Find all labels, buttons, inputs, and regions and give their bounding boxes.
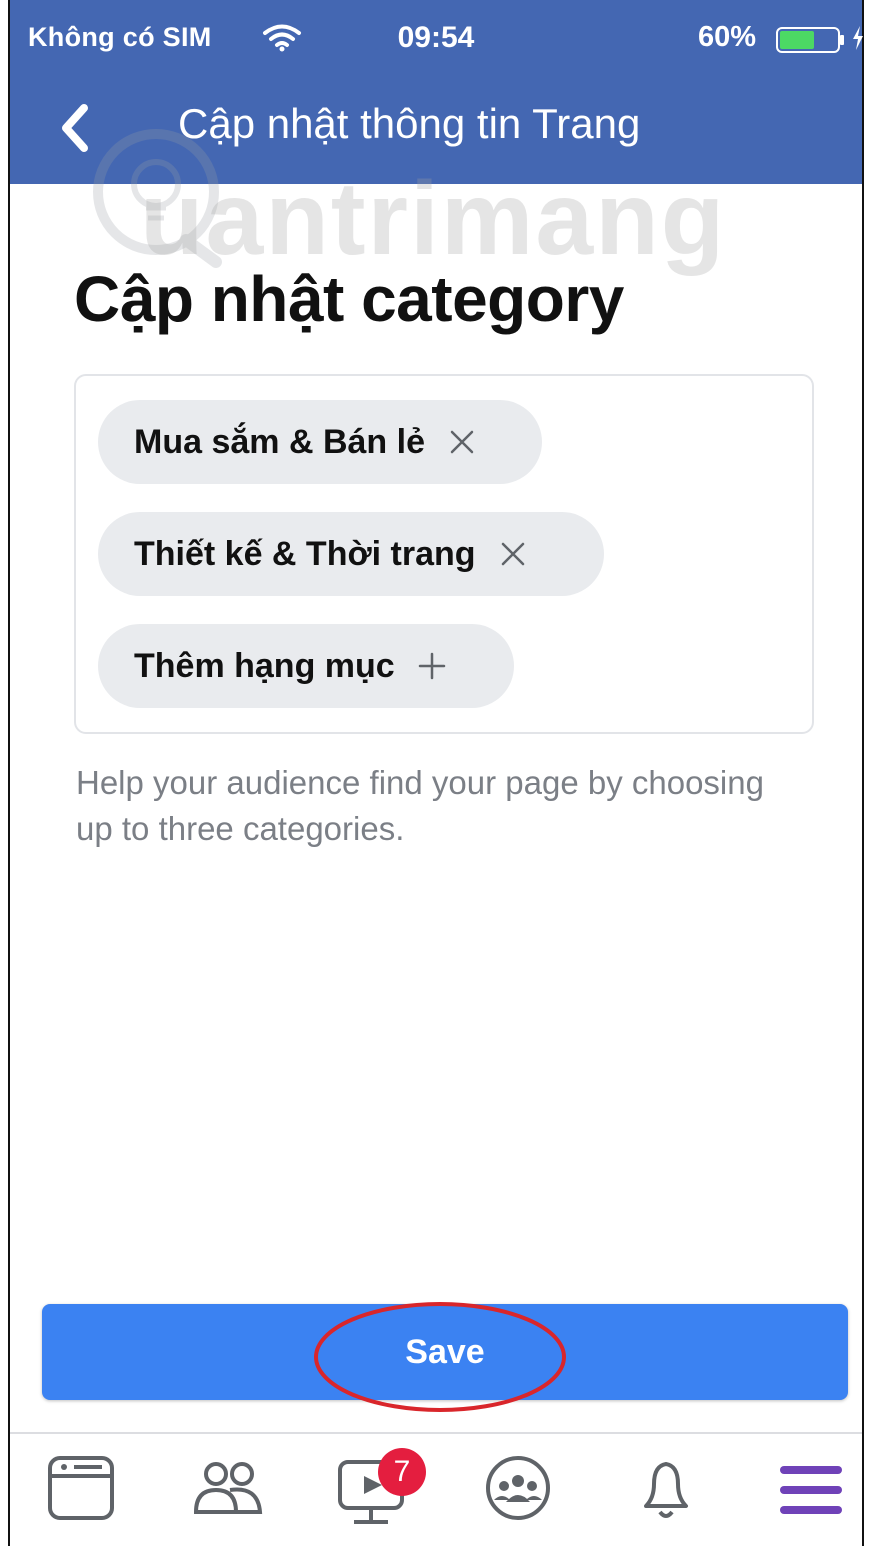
menu-icon[interactable] bbox=[770, 1448, 860, 1538]
battery-icon bbox=[776, 27, 844, 53]
category-chip[interactable]: Thiết kế & Thời trang bbox=[98, 512, 604, 596]
save-button[interactable]: Save bbox=[42, 1304, 848, 1400]
chip-label: Thiết kế & Thời trang bbox=[134, 534, 476, 573]
close-icon[interactable] bbox=[498, 539, 528, 569]
app-header: Không có SIM 09:54 60% Cập nhật thông ti… bbox=[10, 0, 863, 184]
battery-percent: 60% bbox=[698, 21, 757, 53]
notifications-icon[interactable] bbox=[626, 1448, 716, 1538]
groups-icon[interactable] bbox=[478, 1448, 568, 1538]
nav-title: Cập nhật thông tin Trang bbox=[178, 100, 641, 147]
chevron-left-icon[interactable] bbox=[50, 100, 102, 156]
close-icon[interactable] bbox=[447, 427, 477, 457]
bolt-icon bbox=[853, 26, 863, 50]
chip-label: Thêm hạng mục bbox=[134, 646, 395, 685]
helper-text: Help your audience find your page by cho… bbox=[76, 764, 764, 847]
tab-bar-divider bbox=[10, 1432, 862, 1434]
category-chip[interactable]: Mua sắm & Bán lẻ bbox=[98, 400, 542, 484]
category-chip-box: Mua sắm & Bán lẻ Thiết kế & Thời trang T… bbox=[74, 374, 814, 734]
status-bar: Không có SIM 09:54 60% bbox=[10, 0, 863, 78]
right-frame-border bbox=[862, 0, 864, 1546]
chip-label: Mua sắm & Bán lẻ bbox=[134, 422, 425, 461]
feed-icon[interactable] bbox=[40, 1448, 130, 1538]
left-frame-border bbox=[8, 0, 10, 1546]
friends-icon[interactable] bbox=[186, 1448, 276, 1538]
page-title: Cập nhật category bbox=[74, 263, 624, 335]
notification-badge: 7 bbox=[378, 1448, 426, 1496]
nav-bar: Cập nhật thông tin Trang bbox=[10, 78, 862, 184]
plus-icon[interactable] bbox=[417, 651, 447, 681]
add-category-chip[interactable]: Thêm hạng mục bbox=[98, 624, 514, 708]
